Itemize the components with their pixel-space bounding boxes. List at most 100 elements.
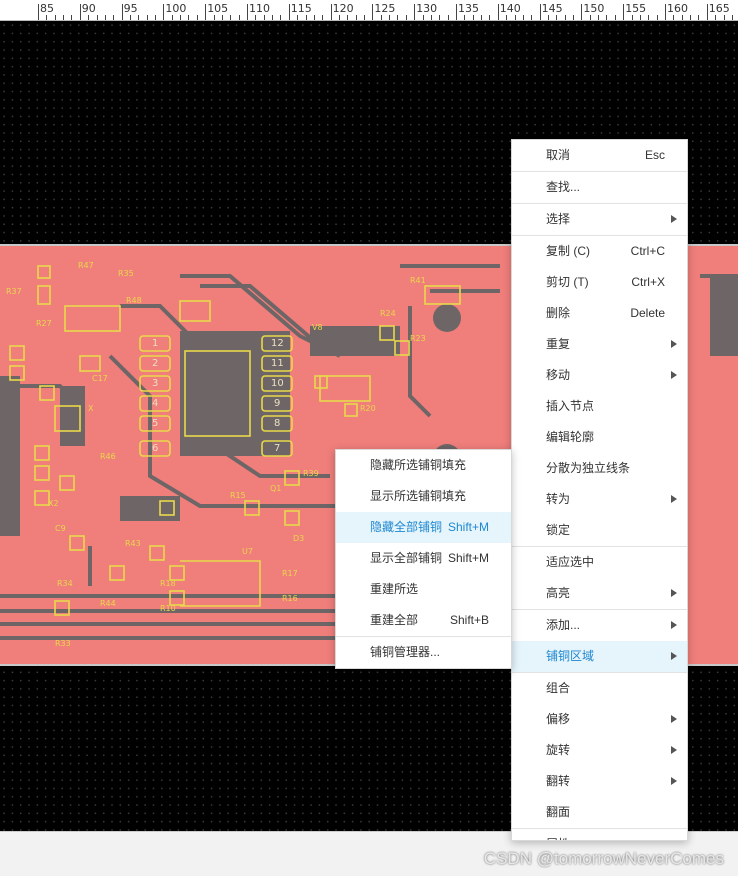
ruler-tick [397, 15, 399, 20]
submenu-item[interactable]: 隐藏全部铺铜 Shift+M [336, 512, 511, 543]
submenu-item[interactable]: 重建所选 [336, 574, 511, 605]
context-menu-item[interactable]: 选择 [512, 204, 687, 235]
ruler-tick [464, 15, 466, 20]
context-menu-item[interactable]: 锁定 [512, 515, 687, 546]
ruler-tick [213, 15, 215, 20]
context-menu-item[interactable]: 重复 [512, 329, 687, 360]
ruler-tick [96, 15, 98, 20]
context-menu-item[interactable]: 旋转 [512, 735, 687, 766]
ruler-label: 160 [667, 2, 688, 15]
pin-label: 11 [271, 358, 284, 369]
ruler-label: 115 [290, 2, 312, 15]
menu-item-label: 旋转 [546, 743, 571, 757]
context-menu-item[interactable]: 分散为独立线条 [512, 453, 687, 484]
designator: R10 [160, 604, 176, 613]
context-menu-item[interactable]: 属性... [512, 829, 687, 840]
ruler-tick [364, 15, 366, 20]
ruler-tick [113, 15, 115, 20]
ruler-tick [163, 4, 165, 20]
ruler-tick [305, 15, 307, 20]
ruler-tick [155, 15, 157, 20]
context-menu-item[interactable]: 组合 [512, 673, 687, 704]
menu-item-label: 添加... [546, 618, 581, 632]
context-menu-item[interactable]: 高亮 [512, 578, 687, 609]
ruler-label: 105 [207, 2, 229, 15]
menu-item-label: 选择 [546, 212, 571, 226]
ruler-tick [38, 4, 39, 20]
ruler-tick [439, 15, 441, 20]
ruler-tick [456, 4, 457, 20]
designator: R48 [126, 296, 142, 305]
ruler-tick [606, 15, 608, 20]
ruler-tick [46, 15, 48, 20]
ruler-label: 90 [81, 2, 96, 15]
context-menu-item[interactable]: 铺铜区域 [512, 641, 687, 672]
designator: X [88, 404, 94, 413]
chevron-right-icon [671, 715, 677, 723]
chevron-right-icon [671, 621, 677, 629]
context-menu-item[interactable]: 剪切 (T) Ctrl+X [512, 267, 687, 298]
ruler-tick [648, 15, 650, 20]
pin-label: 3 [152, 378, 158, 389]
chevron-right-icon [671, 777, 677, 785]
ruler-label: 110 [249, 2, 270, 15]
ruler-tick [63, 15, 65, 20]
context-menu-item[interactable]: 适应选中 [512, 547, 687, 578]
ruler-label: 165 [708, 2, 730, 15]
menu-item-label: 重复 [546, 337, 571, 351]
menu-item-shortcut: Delete [630, 306, 665, 320]
ruler-tick [556, 15, 558, 20]
context-menu: 取消 Esc 查找... 选择复制 (C) Ctrl+C 剪切 (T) Ctrl+X 删除 De… [511, 139, 688, 841]
designator: R35 [118, 269, 134, 278]
submenu-item[interactable]: 重建全部 Shift+B [336, 605, 511, 636]
context-menu-item[interactable]: 翻转 [512, 766, 687, 797]
ruler-label: 120 [332, 2, 354, 15]
ruler-tick [405, 15, 407, 20]
ruler-tick [564, 15, 566, 20]
context-menu-item[interactable]: 查找... [512, 172, 687, 203]
context-menu-item[interactable]: 转为 [512, 484, 687, 515]
menu-item-label: 剪切 (T) [546, 275, 589, 289]
ruler-tick [639, 15, 641, 20]
ruler-tick [598, 15, 600, 20]
context-menu-item[interactable]: 添加... [512, 610, 687, 641]
chevron-right-icon [671, 746, 677, 754]
context-menu-item[interactable]: 取消 Esc [512, 140, 687, 171]
ruler-tick [690, 15, 692, 20]
ruler-tick [623, 4, 625, 20]
designator: C9 [55, 524, 66, 533]
ruler-tick [88, 15, 90, 20]
submenu-item[interactable]: 铺铜管理器... [336, 637, 511, 668]
menu-item-label: 组合 [546, 681, 571, 695]
ruler-tick [180, 15, 182, 20]
ruler-tick [589, 15, 591, 20]
submenu-item[interactable]: 隐藏所选铺铜填充 [336, 450, 511, 481]
ruler-tick [447, 15, 449, 20]
submenu-item[interactable]: 显示全部铺铜 Shift+M [336, 543, 511, 574]
menu-item-label: 转为 [546, 492, 571, 506]
menu-item-shortcut: Shift+M [447, 551, 489, 565]
ruler-tick [54, 15, 56, 20]
context-menu-item[interactable]: 移动 [512, 360, 687, 391]
designator: Q1 [270, 484, 281, 493]
designator: R24 [380, 309, 396, 318]
designator: R37 [6, 287, 22, 296]
ruler-tick [288, 4, 290, 20]
ruler-tick [255, 15, 257, 20]
context-menu-item[interactable]: 翻面 [512, 797, 687, 828]
ruler-tick [573, 15, 575, 20]
ruler-tick [665, 4, 666, 20]
context-menu-item[interactable]: 插入节点 [512, 391, 687, 422]
ruler-tick [681, 15, 683, 20]
context-menu-item[interactable]: 删除 Delete [512, 298, 687, 329]
ruler-label: 100 [165, 2, 187, 15]
menu-item-label: 偏移 [546, 712, 571, 726]
context-menu-item[interactable]: 偏移 [512, 704, 687, 735]
ruler-tick [205, 4, 207, 20]
context-menu-item[interactable]: 复制 (C) Ctrl+C [512, 236, 687, 267]
submenu-item[interactable]: 显示所选铺铜填充 [336, 481, 511, 512]
context-menu-item[interactable]: 编辑轮廓 [512, 422, 687, 453]
ruler-tick [138, 15, 140, 20]
ruler-tick [347, 15, 349, 20]
designator: R39 [303, 469, 319, 478]
